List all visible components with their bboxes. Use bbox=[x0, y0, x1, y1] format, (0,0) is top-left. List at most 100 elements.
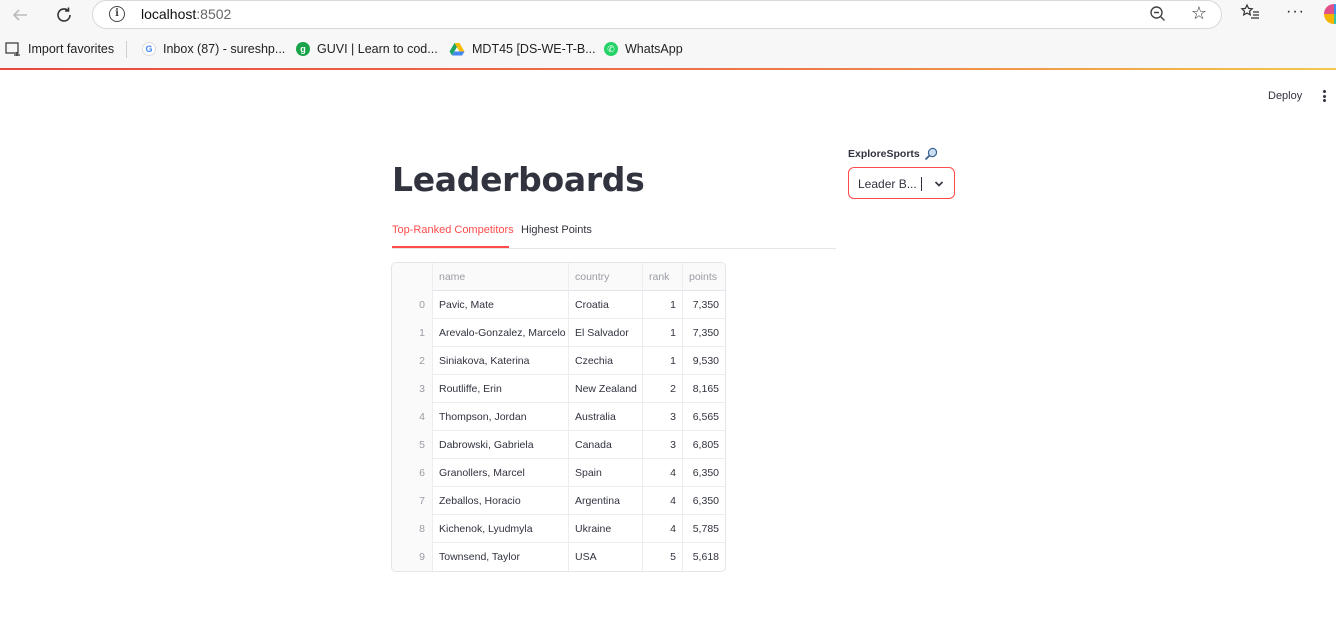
column-header-points[interactable]: points bbox=[683, 263, 725, 291]
cell-country[interactable]: Argentina bbox=[569, 487, 643, 515]
cell-name[interactable]: Zeballos, Horacio bbox=[433, 487, 569, 515]
cell-points[interactable]: 6,805 bbox=[683, 431, 725, 459]
cell-rank[interactable]: 4 bbox=[643, 487, 683, 515]
cell-rank[interactable]: 5 bbox=[643, 543, 683, 571]
bookmark-import-favorites[interactable]: Import favorites bbox=[5, 42, 114, 56]
import-icon bbox=[5, 42, 20, 56]
cell-rank[interactable]: 1 bbox=[643, 291, 683, 319]
cell-rank[interactable]: 1 bbox=[643, 319, 683, 347]
cell-rank[interactable]: 1 bbox=[643, 347, 683, 375]
table-row[interactable]: 1 Arevalo-Gonzalez, Marcelo El Salvador 1 7,… bbox=[392, 319, 725, 347]
table-header-row: name country rank points bbox=[392, 263, 725, 291]
cell-name[interactable]: Routliffe, Erin bbox=[433, 375, 569, 403]
url-text: localhost:8502 bbox=[141, 6, 231, 22]
cell-points[interactable]: 7,350 bbox=[683, 319, 725, 347]
bookmark-guvi[interactable]: g GUVI | Learn to cod... bbox=[296, 42, 438, 56]
column-header-name[interactable]: name bbox=[433, 263, 569, 291]
row-index[interactable]: 4 bbox=[392, 403, 433, 431]
leaderboard-table[interactable]: name country rank points 0 Pavic, Mate Cro… bbox=[391, 262, 726, 572]
column-header-rank[interactable]: rank bbox=[643, 263, 683, 291]
cell-name[interactable]: Granollers, Marcel bbox=[433, 459, 569, 487]
cell-points[interactable]: 5,618 bbox=[683, 543, 725, 571]
cell-points[interactable]: 6,565 bbox=[683, 403, 725, 431]
select-value: Leader B... bbox=[858, 177, 917, 191]
cell-rank[interactable]: 2 bbox=[643, 375, 683, 403]
site-info-icon[interactable]: i bbox=[109, 6, 125, 22]
deploy-button[interactable]: Deploy bbox=[1268, 90, 1302, 102]
cell-country[interactable]: El Salvador bbox=[569, 319, 643, 347]
cell-country[interactable]: New Zealand bbox=[569, 375, 643, 403]
refresh-icon[interactable] bbox=[52, 4, 76, 26]
tab-highest-points[interactable]: Highest Points bbox=[521, 224, 592, 236]
bookmark-whatsapp[interactable]: ✆ WhatsApp bbox=[604, 42, 683, 56]
row-index[interactable]: 7 bbox=[392, 487, 433, 515]
cell-rank[interactable]: 4 bbox=[643, 515, 683, 543]
cell-points[interactable]: 5,785 bbox=[683, 515, 725, 543]
bookmark-label: Import favorites bbox=[28, 42, 115, 56]
row-index[interactable]: 6 bbox=[392, 459, 433, 487]
row-index[interactable]: 9 bbox=[392, 543, 433, 571]
favorites-list-icon[interactable] bbox=[1240, 3, 1260, 26]
row-index[interactable]: 0 bbox=[392, 291, 433, 319]
back-arrow-icon[interactable] bbox=[8, 4, 32, 26]
cell-rank[interactable]: 3 bbox=[643, 431, 683, 459]
bookmark-label: Inbox (87) - sureshp... bbox=[163, 42, 286, 56]
row-index[interactable]: 3 bbox=[392, 375, 433, 403]
cell-country[interactable]: Canada bbox=[569, 431, 643, 459]
cell-name[interactable]: Pavic, Mate bbox=[433, 291, 569, 319]
bookmarks-bar: Import favorites G Inbox (87) - sureshp.… bbox=[0, 32, 1336, 68]
cell-rank[interactable]: 4 bbox=[643, 459, 683, 487]
cell-country[interactable]: Australia bbox=[569, 403, 643, 431]
row-index[interactable]: 2 bbox=[392, 347, 433, 375]
table-row[interactable]: 6 Granollers, Marcel Spain 4 6,350 bbox=[392, 459, 725, 487]
cell-points[interactable]: 7,350 bbox=[683, 291, 725, 319]
cell-points[interactable]: 9,530 bbox=[683, 347, 725, 375]
table-row[interactable]: 5 Dabrowski, Gabriela Canada 3 6,805 bbox=[392, 431, 725, 459]
cell-country[interactable]: Czechia bbox=[569, 347, 643, 375]
cell-country[interactable]: Spain bbox=[569, 459, 643, 487]
zoom-out-icon[interactable] bbox=[1149, 5, 1167, 28]
drive-icon bbox=[449, 43, 465, 56]
explore-sports-select[interactable]: Leader B... bbox=[848, 167, 955, 199]
row-index[interactable]: 5 bbox=[392, 431, 433, 459]
page-title: Leaderboards bbox=[392, 160, 645, 199]
header-index bbox=[392, 263, 433, 291]
cell-name[interactable]: Dabrowski, Gabriela bbox=[433, 431, 569, 459]
favorite-star-icon[interactable]: ☆ bbox=[1191, 3, 1207, 24]
cell-country[interactable]: Croatia bbox=[569, 291, 643, 319]
bookmarks-divider bbox=[126, 41, 127, 58]
cell-name[interactable]: Thompson, Jordan bbox=[433, 403, 569, 431]
row-index[interactable]: 1 bbox=[392, 319, 433, 347]
table-row[interactable]: 2 Siniakova, Katerina Czechia 1 9,530 bbox=[392, 347, 725, 375]
cell-name[interactable]: Kichenok, Lyudmyla bbox=[433, 515, 569, 543]
table-row[interactable]: 7 Zeballos, Horacio Argentina 4 6,350 bbox=[392, 487, 725, 515]
bookmark-inbox[interactable]: G Inbox (87) - sureshp... bbox=[142, 42, 285, 56]
table-row[interactable]: 4 Thompson, Jordan Australia 3 6,565 bbox=[392, 403, 725, 431]
more-options-icon[interactable]: ··· bbox=[1286, 3, 1305, 21]
cell-country[interactable]: USA bbox=[569, 543, 643, 571]
tab-list: Top-Ranked Competitors Highest Points bbox=[392, 224, 836, 249]
row-index[interactable]: 8 bbox=[392, 515, 433, 543]
cell-name[interactable]: Townsend, Taylor bbox=[433, 543, 569, 571]
text-cursor bbox=[921, 177, 922, 191]
select-label-text: ExploreSports bbox=[848, 148, 920, 160]
cell-points[interactable]: 6,350 bbox=[683, 487, 725, 515]
table-row[interactable]: 0 Pavic, Mate Croatia 1 7,350 bbox=[392, 291, 725, 319]
bookmark-mdt45[interactable]: MDT45 [DS-WE-T-B... bbox=[449, 42, 596, 56]
cell-points[interactable]: 6,350 bbox=[683, 459, 725, 487]
column-header-country[interactable]: country bbox=[569, 263, 643, 291]
copilot-icon[interactable] bbox=[1324, 4, 1336, 24]
cell-points[interactable]: 8,165 bbox=[683, 375, 725, 403]
url-port: :8502 bbox=[196, 6, 232, 22]
main-menu-icon[interactable] bbox=[1318, 88, 1330, 104]
table-row[interactable]: 8 Kichenok, Lyudmyla Ukraine 4 5,785 bbox=[392, 515, 725, 543]
cell-name[interactable]: Siniakova, Katerina bbox=[433, 347, 569, 375]
cell-name[interactable]: Arevalo-Gonzalez, Marcelo bbox=[433, 319, 569, 347]
cell-rank[interactable]: 3 bbox=[643, 403, 683, 431]
cell-country[interactable]: Ukraine bbox=[569, 515, 643, 543]
tab-top-ranked-competitors[interactable]: Top-Ranked Competitors bbox=[392, 224, 514, 236]
chevron-down-icon[interactable] bbox=[933, 178, 945, 190]
address-bar[interactable]: i localhost:8502 ☆ bbox=[92, 0, 1222, 29]
table-row[interactable]: 9 Townsend, Taylor USA 5 5,618 bbox=[392, 543, 725, 571]
table-row[interactable]: 3 Routliffe, Erin New Zealand 2 8,165 bbox=[392, 375, 725, 403]
